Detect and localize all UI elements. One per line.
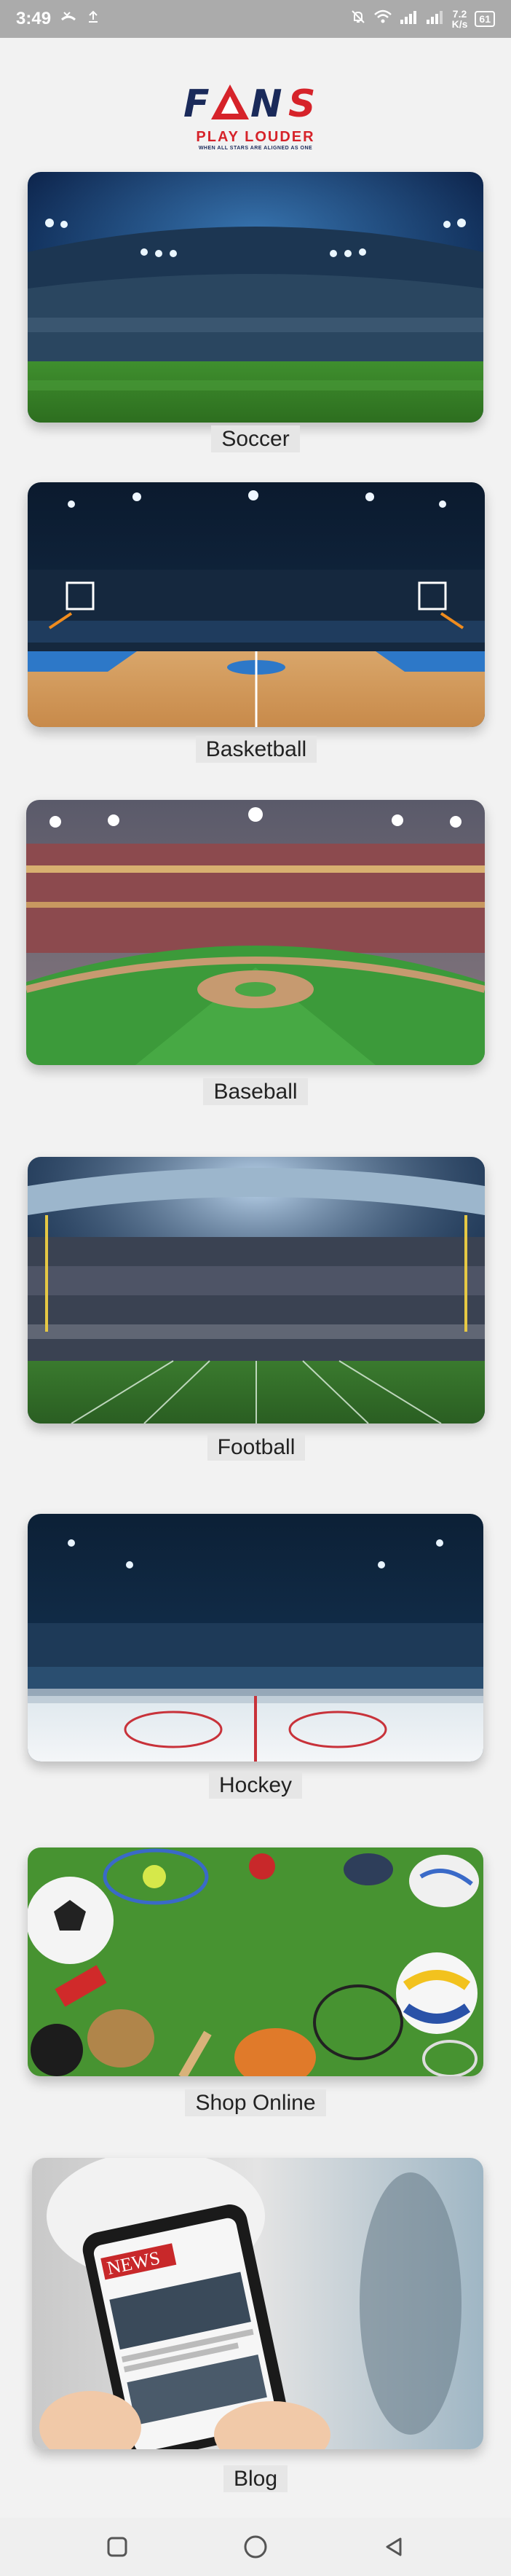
missed-call-icon xyxy=(60,9,77,29)
app-logo: F N S PLAY LOUDER WHEN ALL STARS ARE ALI… xyxy=(179,82,332,151)
news-phone-image: NEWS xyxy=(32,2158,483,2449)
home-button[interactable] xyxy=(234,2525,277,2569)
logo-subtagline: WHEN ALL STARS ARE ALIGNED AS ONE xyxy=(198,146,313,151)
status-bar: 3:49 7.2 K/s 61 xyxy=(0,0,511,38)
home-icon xyxy=(244,2535,267,2559)
soccer-stadium-image xyxy=(28,172,483,423)
category-label-baseball: Baseball xyxy=(26,1078,485,1105)
category-label-shop-online: Shop Online xyxy=(28,2089,483,2116)
football-stadium-image xyxy=(28,1157,485,1424)
category-card-basketball[interactable]: Basketball xyxy=(28,482,485,766)
recents-button[interactable] xyxy=(95,2525,139,2569)
category-card-football[interactable]: Football xyxy=(28,1157,485,1461)
upload-icon xyxy=(86,9,100,29)
category-label-blog: Blog xyxy=(29,2465,482,2492)
category-label-basketball: Basketball xyxy=(28,736,485,763)
wifi-icon xyxy=(373,9,392,29)
status-time: 3:49 xyxy=(16,9,52,28)
category-card-baseball[interactable]: Baseball xyxy=(26,800,485,1109)
category-card-soccer[interactable]: Soccer xyxy=(28,172,483,456)
system-nav-bar xyxy=(0,2518,511,2576)
signal-icon xyxy=(400,9,419,28)
sports-equipment-image xyxy=(28,1847,483,2076)
category-label-soccer: Soccer xyxy=(28,425,483,452)
back-button[interactable] xyxy=(372,2525,416,2569)
svg-text:F: F xyxy=(183,82,211,122)
hockey-arena-image xyxy=(28,1514,483,1762)
category-card-blog[interactable]: NEWS Blog xyxy=(32,2158,485,2500)
network-speed: 7.2 K/s xyxy=(451,8,468,30)
svg-text:S: S xyxy=(288,82,317,122)
basketball-arena-image xyxy=(28,482,485,727)
battery-indicator: 61 xyxy=(475,11,495,27)
category-label-hockey: Hockey xyxy=(28,1772,483,1799)
back-icon xyxy=(386,2537,402,2556)
recents-icon xyxy=(107,2537,127,2557)
mute-bell-icon xyxy=(350,9,366,29)
category-label-football: Football xyxy=(28,1434,485,1461)
signal-icon-2 xyxy=(426,9,445,28)
baseball-stadium-image xyxy=(26,800,485,1065)
logo-brand: F N S xyxy=(179,82,332,128)
category-card-shop-online[interactable]: Shop Online xyxy=(28,1847,483,2121)
svg-text:N: N xyxy=(250,82,284,122)
category-card-hockey[interactable]: Hockey xyxy=(28,1514,483,1802)
logo-tagline: PLAY LOUDER xyxy=(196,129,315,145)
